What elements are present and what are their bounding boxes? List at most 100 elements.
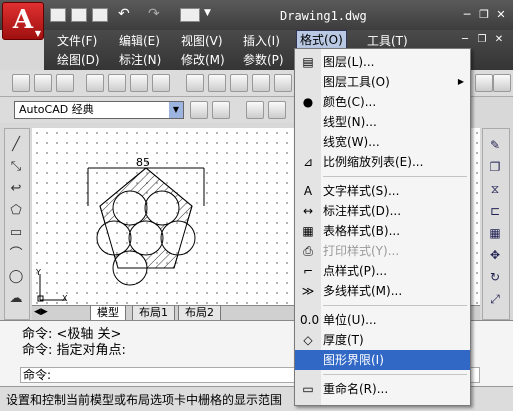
copy-object-icon[interactable]: ❐: [486, 158, 504, 176]
chevron-down-icon: ▼: [169, 102, 183, 118]
menu-draw[interactable]: 绘图(D): [54, 51, 103, 69]
save-icon[interactable]: [92, 8, 108, 22]
revision-cloud-icon[interactable]: ☁: [7, 290, 25, 308]
command-history-line-2: 命令: 指定对角点:: [22, 343, 126, 358]
cut-icon[interactable]: [186, 74, 204, 92]
menu-item-label: 多线样式(M)...: [323, 284, 403, 298]
format-menu-item[interactable]: ≫ 多线样式(M)...: [295, 281, 470, 301]
format-menu-item[interactable]: ▤ 图层(L)...: [295, 52, 470, 72]
match-properties-icon[interactable]: [252, 74, 270, 92]
menu-separator: [323, 176, 467, 177]
format-menu-item[interactable]: ◇ 厚度(T): [295, 330, 470, 350]
move-icon[interactable]: ✥: [486, 246, 504, 264]
customize-icon[interactable]: [212, 101, 230, 119]
menu-item-label: 厚度(T): [323, 333, 364, 347]
menu-item-label: 文字样式(S)...: [323, 184, 400, 198]
format-menu-item[interactable]: ⊿ 比例缩放列表(E)...: [295, 152, 470, 172]
rotate-icon[interactable]: ↻: [486, 268, 504, 286]
menu-item-label: 图层(L)...: [323, 55, 375, 69]
menu-edit[interactable]: 编辑(E): [116, 32, 163, 50]
pentagon-part[interactable]: [96, 167, 196, 286]
menu-insert[interactable]: 插入(I): [240, 32, 283, 50]
menu-view[interactable]: 视图(V): [178, 32, 226, 50]
rectangle-icon[interactable]: ▭: [7, 224, 25, 242]
thickness-icon: ◇: [303, 333, 313, 347]
qnew-icon[interactable]: [12, 74, 30, 92]
menu-modify[interactable]: 修改(M): [178, 51, 228, 69]
arc-icon[interactable]: ⌒: [7, 246, 25, 264]
3d-dwf-icon[interactable]: [152, 74, 170, 92]
doc-minimize-icon[interactable]: ─: [458, 34, 472, 46]
new-file-icon[interactable]: [50, 8, 66, 22]
menu-format[interactable]: 格式(O): [296, 30, 347, 50]
menu-item-label: 标注样式(D)...: [323, 204, 402, 218]
layer-state-icon[interactable]: [268, 101, 286, 119]
polyline-icon[interactable]: ↩: [7, 180, 25, 198]
menu-separator: [323, 305, 467, 306]
workspace-settings-icon[interactable]: [190, 101, 208, 119]
line-icon[interactable]: ╱: [7, 136, 25, 154]
menu-parameters[interactable]: 参数(P): [240, 51, 287, 69]
format-menu-item: ⎙ 打印样式(Y)...: [295, 241, 470, 261]
publish-icon[interactable]: [130, 74, 148, 92]
array-icon[interactable]: ▦: [486, 224, 504, 242]
redo-icon[interactable]: ↷: [148, 6, 160, 22]
format-menu-dropdown: ▤ 图层(L)... 图层工具(O) ▶ ● 颜色(C)... 线型(N)... 线宽(W).…: [294, 48, 471, 406]
polygon-icon[interactable]: ⬠: [7, 202, 25, 220]
paste-icon[interactable]: [230, 74, 248, 92]
block-editor-icon[interactable]: [274, 74, 292, 92]
application-menu-button[interactable]: A ▼: [2, 2, 44, 40]
format-menu-item[interactable]: 0.0 单位(U)...: [295, 310, 470, 330]
restore-icon[interactable]: ❐: [477, 9, 491, 21]
units-icon: 0.0: [300, 313, 320, 327]
format-menu-item[interactable]: 图层工具(O) ▶: [295, 72, 470, 92]
format-menu-item[interactable]: ▭ 重命名(R)...: [295, 379, 470, 399]
circle-icon[interactable]: ◯: [7, 268, 25, 286]
format-menu-item[interactable]: ● 颜色(C)...: [295, 92, 470, 112]
offset-icon[interactable]: ⊏: [486, 202, 504, 220]
scale-icon[interactable]: ⤢: [486, 290, 504, 308]
status-text: 设置和控制当前模型或布局选项卡中栅格的显示范围: [6, 393, 283, 407]
format-menu-item[interactable]: ⌐ 点样式(P)...: [295, 261, 470, 281]
tab-model[interactable]: 模型: [90, 306, 126, 321]
preview-icon[interactable]: [108, 74, 126, 92]
minimize-icon[interactable]: ─: [460, 9, 474, 21]
tab-layout1[interactable]: 布局1: [132, 306, 175, 321]
ucs-x-label: X: [62, 294, 68, 303]
format-menu-item[interactable]: 图形界限(I): [295, 350, 470, 370]
format-menu-item[interactable]: ↔ 标注样式(D)...: [295, 201, 470, 221]
save-toolbar-icon[interactable]: [56, 74, 74, 92]
toolbar-more-icon[interactable]: [493, 74, 511, 92]
mirror-icon[interactable]: ⧖: [486, 180, 504, 198]
close-icon[interactable]: ✕: [494, 9, 508, 21]
undo-icon[interactable]: ↶: [118, 6, 130, 22]
construction-line-icon[interactable]: ⤡: [7, 158, 25, 176]
copy-icon[interactable]: [208, 74, 226, 92]
plot-icon[interactable]: [86, 74, 104, 92]
tab-layout2[interactable]: 布局2: [178, 306, 221, 321]
menu-file[interactable]: 文件(F): [54, 32, 100, 50]
dim-style-icon: ↔: [302, 204, 314, 218]
erase-icon[interactable]: ✎: [486, 136, 504, 154]
open-file-icon[interactable]: [71, 8, 87, 22]
format-menu-item[interactable]: 线型(N)...: [295, 112, 470, 132]
doc-restore-icon[interactable]: ❐: [475, 34, 489, 46]
tab-nav-icon[interactable]: ◀▶: [34, 307, 48, 317]
help-icon[interactable]: [475, 74, 493, 92]
app-logo-icon: A: [12, 5, 34, 35]
menu-separator: [323, 374, 467, 375]
layer-properties-icon[interactable]: [246, 101, 264, 119]
format-menu-item[interactable]: A 文字样式(S)...: [295, 181, 470, 201]
doc-close-icon[interactable]: ✕: [492, 34, 506, 46]
menu-dimension[interactable]: 标注(N): [116, 51, 164, 69]
workspace-select[interactable]: AutoCAD 经典 ▼: [14, 101, 184, 119]
qa-dropdown-icon[interactable]: ▼: [204, 8, 211, 18]
format-menu-item[interactable]: 线宽(W)...: [295, 132, 470, 152]
menu-item-label: 重命名(R)...: [323, 382, 389, 396]
chevron-down-icon: ▼: [34, 28, 41, 38]
plot-style-icon: ⎙: [303, 244, 313, 258]
open-icon[interactable]: [34, 74, 52, 92]
format-menu-item[interactable]: ▦ 表格样式(B)...: [295, 221, 470, 241]
mline-style-icon: ≫: [301, 284, 315, 298]
print-icon[interactable]: [180, 8, 200, 22]
